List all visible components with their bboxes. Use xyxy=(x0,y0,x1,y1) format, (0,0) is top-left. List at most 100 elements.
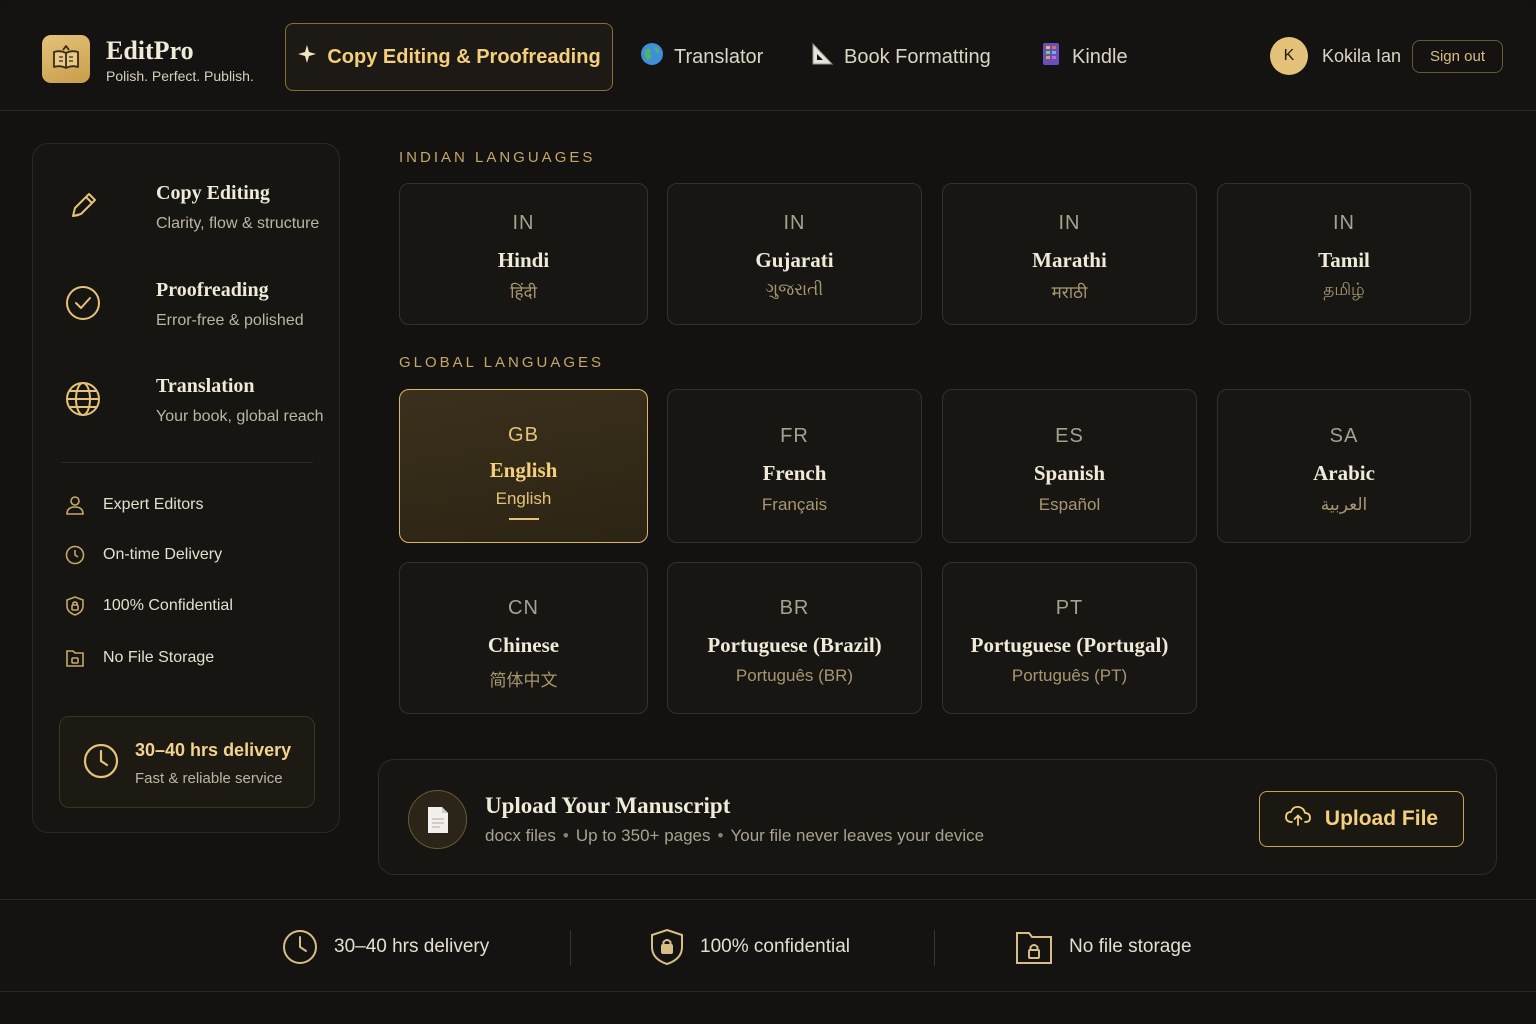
upload-detail: Up to 350+ pages xyxy=(575,826,711,845)
service-subtitle: Your book, global reach xyxy=(156,408,324,425)
open-book-icon[interactable] xyxy=(42,35,90,83)
feature-on-time-delivery: On-time Delivery xyxy=(65,543,222,567)
footer-label: 100% confidential xyxy=(700,936,850,957)
cloud-upload-icon xyxy=(1285,805,1311,833)
service-title: Translation xyxy=(156,375,255,397)
nav-book-formatting[interactable]: Book Formatting xyxy=(810,23,991,91)
clock-icon xyxy=(65,545,85,565)
global-languages-heading: GLOBAL LANGUAGES xyxy=(399,354,605,371)
upload-button-label: Upload File xyxy=(1324,807,1439,830)
footer-delivery: 30–40 hrs delivery xyxy=(282,928,489,966)
nav-label: Kindle xyxy=(1072,45,1128,68)
upload-panel: Upload Your Manuscript docx files • Up to … xyxy=(378,759,1497,875)
language-card-chinese[interactable]: CN Chinese 简体中文 xyxy=(399,562,648,714)
language-native-name: العربية xyxy=(1320,495,1368,514)
upload-detail: Your file never leaves your device xyxy=(730,826,985,845)
language-name: Spanish xyxy=(1033,461,1106,485)
clock-icon xyxy=(283,930,317,964)
language-name: English xyxy=(489,458,558,482)
language-native-name: English xyxy=(495,489,552,508)
upload-detail: docx files xyxy=(485,826,556,845)
feature-label: Expert Editors xyxy=(103,496,204,513)
language-card-spanish[interactable]: ES Spanish Español xyxy=(942,389,1197,543)
language-native-name: 简体中文 xyxy=(489,671,558,690)
upload-title: Upload Your Manuscript xyxy=(485,793,731,818)
user-name: Kokila Ian xyxy=(1322,46,1402,66)
footer-label: No file storage xyxy=(1069,936,1192,957)
language-native-name: Português (PT) xyxy=(1011,666,1128,685)
footer-confidential: 100% confidential xyxy=(650,928,850,966)
selected-indicator xyxy=(508,518,539,520)
language-native-name: தமிழ் xyxy=(1323,280,1365,299)
language-card-gujarati[interactable]: IN Gujarati ગુજરાતી xyxy=(667,183,922,325)
nav-label: Copy Editing & Proofreading xyxy=(327,45,601,68)
brand-name: EditPro xyxy=(106,36,194,65)
language-native-name: मराठी xyxy=(1051,283,1088,302)
language-code: CN xyxy=(508,597,539,619)
delivery-subtitle: Fast & reliable service xyxy=(135,770,283,787)
shield-lock-icon xyxy=(66,596,84,616)
clock-icon xyxy=(82,742,120,780)
footer-no-storage: No file storage xyxy=(1015,928,1192,966)
language-card-tamil[interactable]: IN Tamil தமிழ் xyxy=(1217,183,1471,325)
language-name: Marathi xyxy=(1032,248,1107,272)
folder-lock-icon xyxy=(1016,932,1052,964)
pencil-icon xyxy=(65,188,101,224)
language-card-arabic[interactable]: SA Arabic العربية xyxy=(1217,389,1471,543)
feature-label: 100% Confidential xyxy=(103,597,233,614)
language-native-name: Español xyxy=(1038,495,1101,514)
folder-lock-icon xyxy=(66,650,84,667)
top-header: EditPro Polish. Perfect. Publish. Copy E… xyxy=(0,0,1536,111)
language-name: Portuguese (Portugal) xyxy=(970,633,1169,657)
separator: • xyxy=(717,826,724,845)
language-code: PT xyxy=(1055,597,1084,619)
sidebar-divider xyxy=(61,462,313,463)
globe-icon xyxy=(65,381,101,417)
nav-copy-editing[interactable]: Copy Editing & Proofreading xyxy=(285,23,613,91)
sidebar: Copy Editing Clarity, flow & structure P… xyxy=(32,143,340,833)
language-code: BR xyxy=(779,597,810,619)
upload-file-button[interactable]: Upload File xyxy=(1259,791,1464,847)
language-card-hindi[interactable]: IN Hindi हिंदी xyxy=(399,183,648,325)
feature-confidential: 100% Confidential xyxy=(65,594,233,618)
feature-no-file-storage: No File Storage xyxy=(65,646,214,670)
language-code: GB xyxy=(508,424,539,446)
language-code: SA xyxy=(1329,425,1359,447)
language-card-portuguese-portugal[interactable]: PT Portuguese (Portugal) Português (PT) xyxy=(942,562,1197,714)
language-native-name: ગુજરાતી xyxy=(765,280,824,299)
language-card-portuguese-brazil[interactable]: BR Portuguese (Brazil) Português (BR) xyxy=(667,562,922,714)
language-card-marathi[interactable]: IN Marathi मराठी xyxy=(942,183,1197,325)
check-circle-icon xyxy=(65,285,101,321)
globe-icon xyxy=(640,42,664,72)
language-code: IN xyxy=(1058,212,1081,234)
nav-kindle[interactable]: Kindle xyxy=(1040,23,1128,91)
language-native-name: Français xyxy=(761,495,828,514)
brand-tagline: Polish. Perfect. Publish. xyxy=(106,68,254,84)
footer-bar: 30–40 hrs delivery 100% confidential No … xyxy=(0,899,1536,992)
separator: • xyxy=(562,826,569,845)
feature-expert-editors: Expert Editors xyxy=(65,493,203,517)
document-icon xyxy=(408,790,467,849)
language-native-name: हिंदी xyxy=(510,283,537,302)
language-card-english[interactable]: GB English English xyxy=(399,389,648,543)
sign-out-button[interactable]: Sign out xyxy=(1412,40,1503,73)
language-name: French xyxy=(762,461,827,485)
delivery-card: 30–40 hrs delivery Fast & reliable servi… xyxy=(59,716,315,808)
kindle-device-icon xyxy=(1040,42,1062,72)
service-subtitle: Error-free & polished xyxy=(156,312,304,329)
language-name: Arabic xyxy=(1313,461,1375,485)
service-proofreading[interactable]: Proofreading Error-free & polished xyxy=(65,279,325,339)
language-code: FR xyxy=(780,425,809,447)
language-native-name: Português (BR) xyxy=(735,666,854,685)
upload-details: docx files • Up to 350+ pages • Your file ne… xyxy=(485,826,984,846)
nav-label: Book Formatting xyxy=(844,45,991,68)
footer-label: 30–40 hrs delivery xyxy=(334,936,490,957)
language-card-french[interactable]: FR French Français xyxy=(667,389,922,543)
language-name: Hindi xyxy=(497,248,550,272)
nav-translator[interactable]: Translator xyxy=(640,23,763,91)
service-translation[interactable]: Translation Your book, global reach xyxy=(65,375,325,435)
language-name: Chinese xyxy=(487,633,560,657)
service-copy-editing[interactable]: Copy Editing Clarity, flow & structure xyxy=(65,182,325,242)
language-code: IN xyxy=(512,212,535,234)
avatar[interactable]: K xyxy=(1270,37,1308,75)
